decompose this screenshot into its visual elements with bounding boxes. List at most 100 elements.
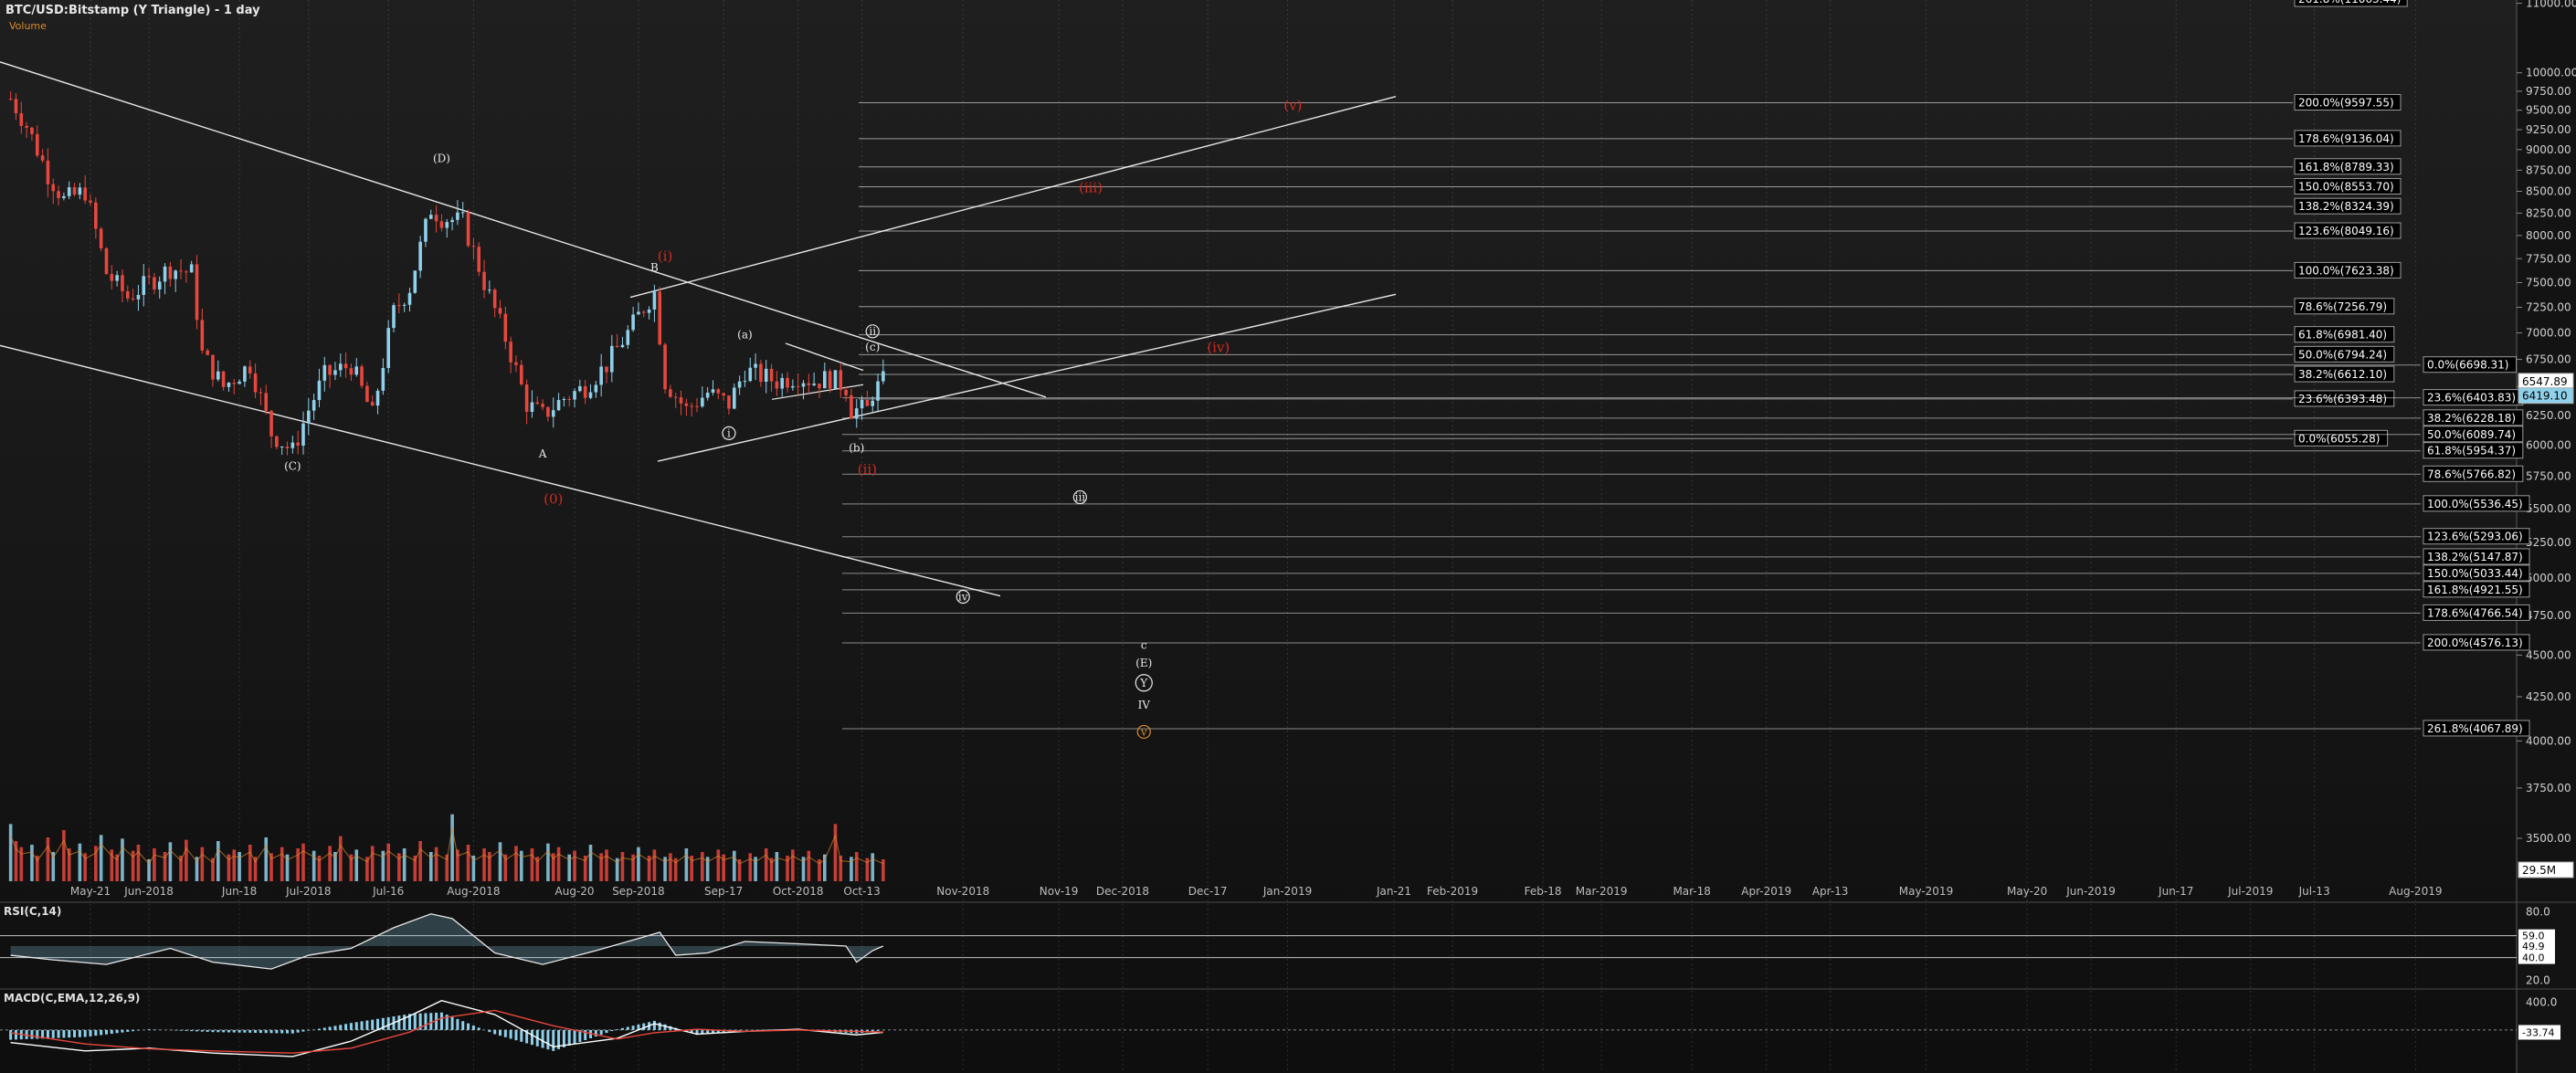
trend-line: [657, 293, 1397, 462]
macd-histogram-bar: [73, 1029, 77, 1037]
candle-body: [136, 294, 141, 300]
macd-histogram-bar: [104, 1029, 108, 1035]
macd-histogram-bar: [121, 1029, 124, 1033]
volume-legend: Volume: [9, 20, 47, 32]
macd-histogram-bar: [573, 1029, 576, 1044]
candle-body: [876, 381, 880, 401]
macd-histogram-bar: [493, 1029, 497, 1035]
candle-body: [338, 363, 343, 371]
y-tick-label: 5500.00: [2526, 502, 2571, 515]
volume-bar: [386, 843, 390, 881]
candle-body: [669, 389, 672, 397]
candle-body: [551, 410, 555, 417]
macd-histogram-bar: [62, 1029, 66, 1038]
candle-body: [807, 383, 811, 385]
macd-histogram-bar: [280, 1029, 284, 1034]
candle-body: [524, 384, 529, 412]
volume-bar: [402, 848, 406, 881]
candle-body: [67, 187, 71, 196]
macd-histogram-bar: [424, 1013, 428, 1030]
candle-body: [221, 371, 226, 387]
candle-body: [397, 305, 401, 307]
y-tick-label: 7750.00: [2526, 252, 2571, 265]
candle-body: [663, 344, 667, 390]
macd-histogram-bar: [296, 1029, 300, 1033]
macd-histogram-bar: [403, 1015, 406, 1030]
macd-histogram-bar: [328, 1026, 332, 1030]
volume-bar: [168, 842, 173, 881]
x-tick-label: Jul-2018: [285, 885, 331, 898]
y-tick-label: 4750.00: [2526, 609, 2571, 622]
candle-body: [637, 311, 640, 315]
fib-level-label: 178.6%(9136.04): [2298, 132, 2394, 145]
volume-bar: [153, 848, 156, 881]
wave-label: (C): [284, 460, 301, 473]
candle-body: [488, 289, 491, 291]
candle-body: [99, 228, 103, 248]
candle-body: [482, 271, 486, 290]
macd-histogram-bar: [584, 1029, 587, 1040]
candle-body: [104, 247, 109, 275]
candle-body: [195, 264, 199, 321]
candle-body: [424, 218, 428, 242]
candle-body: [850, 394, 853, 419]
candle-body: [530, 402, 534, 412]
candle-body: [583, 385, 587, 398]
candle-body: [157, 281, 162, 289]
y-tick-label: 8250.00: [2526, 206, 2571, 219]
x-tick-label: May-2019: [1899, 885, 1953, 898]
candle-body: [248, 366, 252, 373]
candle-body: [125, 290, 130, 299]
volume-bar: [716, 849, 721, 881]
candle-body: [238, 381, 241, 384]
rsi-y-tick-label: 20.0: [2526, 974, 2550, 987]
rsi-tag: 49.9: [2522, 941, 2545, 952]
candle-body: [498, 308, 502, 314]
candle-body: [349, 368, 354, 375]
x-tick-label: Sep-2018: [612, 885, 665, 898]
macd-histogram-bar: [200, 1029, 204, 1032]
candle-body: [174, 270, 178, 279]
candle-body: [110, 274, 114, 281]
candle-body: [833, 370, 838, 389]
volume-bar: [488, 852, 491, 881]
x-tick-label: May-21: [70, 885, 111, 898]
wave-label: (E): [1135, 657, 1152, 669]
candle-body: [301, 423, 305, 446]
candle-body: [610, 345, 614, 373]
volume-bar: [498, 842, 502, 881]
fib-level-label: 200.0%(9597.55): [2298, 97, 2394, 110]
macd-histogram-bar: [530, 1029, 533, 1046]
x-tick-label: Feb-18: [1525, 885, 1562, 898]
candle-body: [535, 402, 540, 405]
candle-body: [786, 377, 789, 388]
chart-title: BTC/USD:Bitstamp (Y Triangle) - 1 day: [5, 4, 260, 17]
volume-bar: [67, 848, 71, 881]
candle-body: [477, 247, 481, 272]
candle-body: [131, 298, 135, 300]
candle-body: [243, 366, 247, 382]
fib-level-label: 138.2%(5147.87): [2427, 551, 2523, 563]
candle-body: [365, 385, 369, 403]
macd-histogram-bar: [100, 1029, 103, 1036]
volume-bar: [8, 824, 13, 881]
fib-level-label: 38.2%(6228.18): [2427, 412, 2516, 425]
candle-body: [30, 127, 34, 134]
macd-histogram-bar: [211, 1029, 215, 1033]
fib-level-label: 150.0%(8553.70): [2298, 180, 2394, 193]
fib-level-label: 161.8%(4921.55): [2427, 584, 2523, 596]
volume-bar: [833, 824, 838, 881]
price-tag: 6419.10: [2522, 390, 2568, 403]
candle-body: [605, 366, 608, 373]
trend-line: [629, 96, 1397, 299]
y-tick-label: 5000.00: [2526, 572, 2571, 584]
macd-histogram-bar: [195, 1029, 199, 1032]
price-chart[interactable]: May-21 Jun-2018 Jun-18 Jul-2018 Jul-16 Aug-20…: [0, 0, 2576, 1073]
candle-body: [370, 402, 375, 406]
candle-body: [121, 275, 124, 291]
y-tick-label: 9500.00: [2526, 104, 2571, 117]
fib-level-label: 100.0%(7623.38): [2298, 264, 2394, 277]
candle-body: [679, 397, 683, 404]
candle-body: [89, 200, 92, 203]
candle-body: [737, 381, 742, 388]
